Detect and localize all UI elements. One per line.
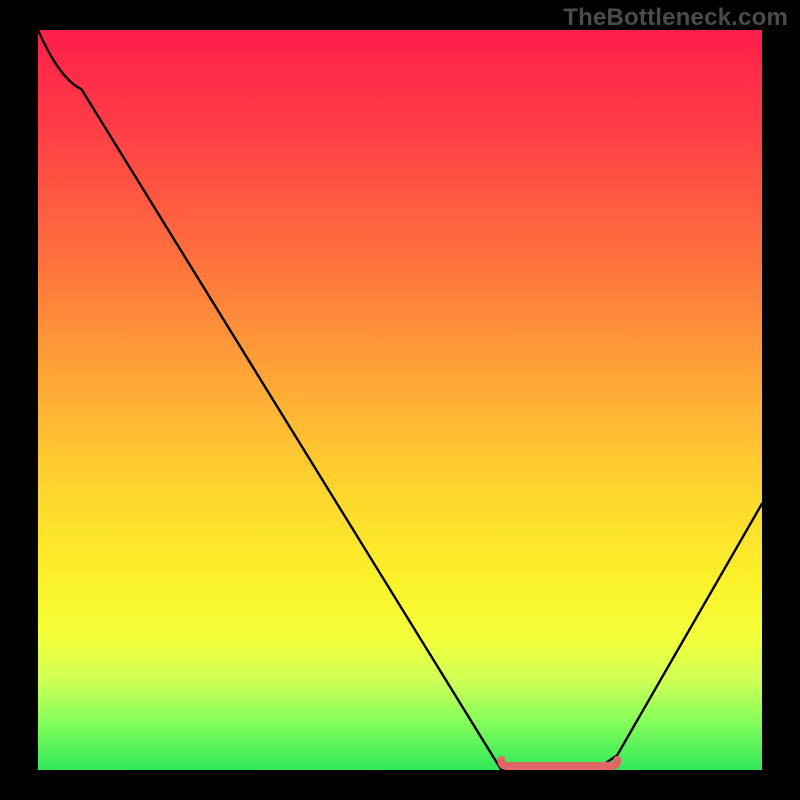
watermark-text: TheBottleneck.com xyxy=(563,4,788,32)
curve-line xyxy=(38,30,762,770)
plot-area xyxy=(38,30,762,770)
chart-frame: TheBottleneck.com xyxy=(0,0,800,800)
chart-svg xyxy=(38,30,762,770)
flat-segment xyxy=(501,760,617,766)
